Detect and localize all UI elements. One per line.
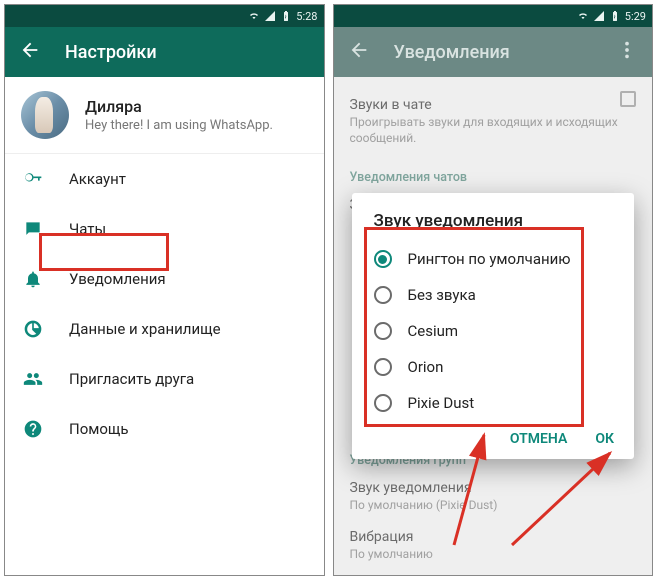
- dialog-title: Звук уведомления: [352, 211, 635, 241]
- radio-orion[interactable]: Orion: [352, 349, 635, 385]
- setting-vibration: Вибрация По умолчанию: [350, 521, 637, 567]
- setting-group-sound: Звук уведомления По умолчанию (Pixie Dus…: [350, 472, 637, 522]
- radio-icon: [374, 358, 392, 376]
- radio-label: Рингтон по умолчанию: [408, 250, 571, 268]
- menu-data[interactable]: Данные и хранилище: [5, 304, 324, 354]
- menu-label: Чаты: [69, 220, 106, 238]
- setting-chat-sounds: Звуки в чате Проигрывать звуки для входя…: [350, 89, 637, 160]
- radio-default[interactable]: Рингтон по умолчанию: [352, 241, 635, 277]
- menu-label: Помощь: [69, 420, 129, 438]
- clock: 5:29: [625, 10, 646, 23]
- sound-dialog: Звук уведомления Рингтон по умолчанию Бе…: [352, 193, 635, 459]
- battery-icon: [280, 10, 292, 22]
- setting-title: Звук уведомления: [350, 480, 637, 496]
- radio-label: Pixie Dust: [408, 394, 475, 412]
- overflow-icon[interactable]: [616, 39, 638, 66]
- wifi-icon: [248, 10, 260, 22]
- menu-chats[interactable]: Чаты: [5, 204, 324, 254]
- setting-sub: По умолчанию: [350, 547, 637, 563]
- radio-label: Без звука: [408, 286, 476, 304]
- help-icon: [23, 419, 43, 439]
- radio-icon: [374, 250, 392, 268]
- menu-help[interactable]: Помощь: [5, 404, 324, 454]
- setting-sub: По умолчанию (Pixie Dust): [350, 498, 637, 514]
- radio-cesium[interactable]: Cesium: [352, 313, 635, 349]
- ok-button[interactable]: ОК: [595, 431, 614, 447]
- radio-label: Cesium: [408, 322, 459, 340]
- section-chats: Уведомления чатов: [350, 160, 637, 189]
- bell-icon: [23, 269, 43, 289]
- dimmed-settings-lower: Уведомления групп Звук уведомления По ум…: [334, 453, 653, 575]
- chat-sounds-checkbox: [620, 91, 636, 107]
- setting-title: Звуки в чате: [350, 97, 637, 113]
- menu-label: Данные и хранилище: [69, 320, 221, 338]
- page-title: Уведомления: [394, 42, 510, 63]
- people-icon: [23, 369, 43, 389]
- signal-icon: [264, 10, 276, 22]
- menu-label: Пригласить друга: [69, 370, 194, 388]
- battery-icon: [609, 10, 621, 22]
- radio-label: Orion: [408, 358, 444, 376]
- menu-notifications[interactable]: Уведомления: [5, 254, 324, 304]
- back-icon[interactable]: [348, 39, 370, 66]
- menu-label: Уведомления: [69, 270, 166, 288]
- key-icon: [23, 169, 43, 189]
- radio-silent[interactable]: Без звука: [352, 277, 635, 313]
- app-bar: Уведомления: [334, 27, 653, 77]
- avatar: [21, 91, 69, 139]
- setting-title: Вибрация: [350, 529, 637, 545]
- chat-icon: [23, 219, 43, 239]
- status-bar: 5:29: [334, 5, 653, 27]
- phone-left: 5:28 Настройки Диляра Hey there! I am us…: [4, 4, 325, 576]
- profile-status: Hey there! I am using WhatsApp.: [85, 118, 273, 133]
- cancel-button[interactable]: ОТМЕНА: [510, 431, 567, 447]
- wifi-icon: [577, 10, 589, 22]
- setting-sub: Проигрывать звуки для входящих и исходящ…: [350, 115, 637, 146]
- menu-account[interactable]: Аккаунт: [5, 154, 324, 204]
- radio-icon: [374, 394, 392, 412]
- phone-right: 5:29 Уведомления Звуки в чате Проигрыват…: [333, 4, 654, 576]
- profile-name: Диляра: [85, 97, 273, 116]
- menu-invite[interactable]: Пригласить друга: [5, 354, 324, 404]
- back-icon[interactable]: [19, 39, 41, 66]
- radio-icon: [374, 286, 392, 304]
- radio-pixie[interactable]: Pixie Dust: [352, 385, 635, 421]
- signal-icon: [593, 10, 605, 22]
- app-bar: Настройки: [5, 27, 324, 77]
- page-title: Настройки: [65, 42, 157, 63]
- profile-row[interactable]: Диляра Hey there! I am using WhatsApp.: [5, 77, 324, 154]
- clock: 5:28: [296, 10, 317, 23]
- menu-label: Аккаунт: [69, 170, 126, 188]
- status-bar: 5:28: [5, 5, 324, 27]
- radio-icon: [374, 322, 392, 340]
- data-icon: [23, 319, 43, 339]
